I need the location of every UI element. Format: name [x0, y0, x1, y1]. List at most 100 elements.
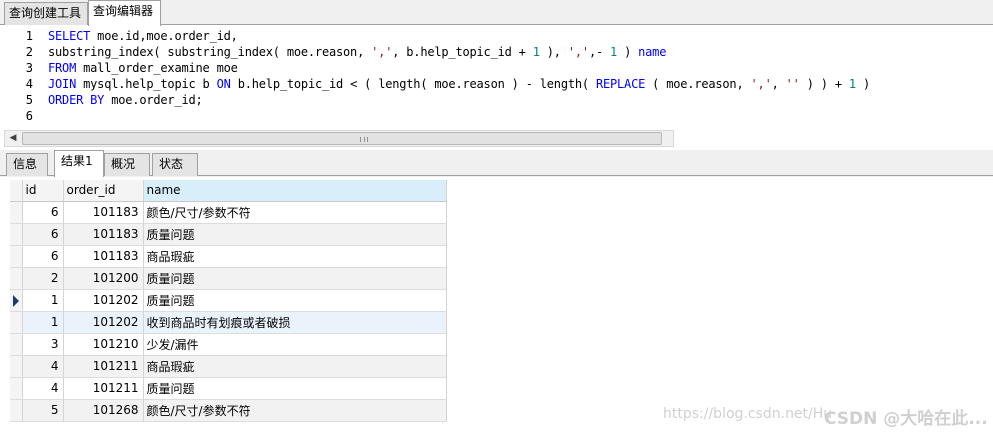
cell-id[interactable]: 6: [22, 223, 64, 246]
code-token: ',': [567, 45, 589, 59]
cell-name[interactable]: 质量问题: [143, 223, 447, 246]
row-indicator[interactable]: [10, 289, 23, 312]
table-row[interactable]: 6 101183 商品瑕疵: [10, 245, 447, 268]
cell-order-id[interactable]: 101183: [63, 201, 144, 224]
cell-id[interactable]: 5: [22, 399, 64, 422]
code-token: ),: [539, 45, 568, 59]
line-number: 4: [25, 77, 33, 91]
table-row[interactable]: 3 101210 少发/漏件: [10, 333, 447, 356]
table-row[interactable]: 5 101268 颜色/尺寸/参数不符: [10, 399, 447, 422]
code-token: moe.id,moe.order_id,: [90, 29, 238, 43]
code-token: '': [785, 77, 800, 91]
scrollbar-thumb[interactable]: [22, 132, 662, 145]
code-line[interactable]: ORDER BY moe.order_id;: [48, 92, 203, 108]
tab-info[interactable]: 信息: [6, 153, 48, 176]
table-row[interactable]: 6 101183 颜色/尺寸/参数不符: [10, 201, 447, 224]
cell-order-id[interactable]: 101211: [63, 355, 144, 378]
cell-name[interactable]: 质量问题: [143, 289, 447, 312]
cell-name[interactable]: 少发/漏件: [143, 333, 447, 356]
grid-header-row: id order_id name: [10, 180, 447, 202]
watermark-url: https://blog.csdn.net/Hu: [663, 406, 833, 422]
cell-order-id[interactable]: 101202: [63, 289, 144, 312]
scrollbar-grip-icon: [360, 137, 368, 142]
code-token: moe.order_id;: [104, 93, 203, 107]
cell-name[interactable]: 颜色/尺寸/参数不符: [143, 201, 447, 224]
line-number-gutter: 1 2 3 4 5 6: [0, 26, 40, 130]
cell-order-id[interactable]: 101210: [63, 333, 144, 356]
code-token: mysql.help_topic b: [76, 77, 217, 91]
code-token: FROM: [48, 61, 77, 75]
table-row[interactable]: 1 101202 收到商品时有划痕或者破损: [10, 311, 447, 334]
tab-result-1[interactable]: 结果1: [54, 150, 104, 177]
cell-order-id[interactable]: 101200: [63, 267, 144, 290]
code-token: substring_index( substring_index( moe.re…: [48, 45, 372, 59]
line-number: 5: [25, 93, 33, 107]
cell-name[interactable]: 收到商品时有划痕或者破损: [143, 311, 447, 334]
code-token: mall_order_examine moe: [76, 61, 238, 75]
row-indicator[interactable]: [10, 245, 23, 268]
code-token: 1: [532, 45, 540, 59]
code-line[interactable]: SELECT moe.id,moe.order_id,: [48, 28, 238, 44]
cell-name[interactable]: 商品瑕疵: [143, 355, 447, 378]
column-header-order-id[interactable]: order_id: [63, 180, 144, 202]
cell-name[interactable]: 颜色/尺寸/参数不符: [143, 399, 447, 422]
column-header-name[interactable]: name: [143, 180, 447, 202]
code-token: 1: [610, 45, 618, 59]
row-indicator[interactable]: [10, 333, 23, 356]
cell-id[interactable]: 1: [22, 311, 64, 334]
code-token: JOIN: [48, 77, 77, 91]
cell-order-id[interactable]: 101211: [63, 377, 144, 400]
row-indicator[interactable]: [10, 377, 23, 400]
cell-id[interactable]: 1: [22, 289, 64, 312]
cell-id[interactable]: 2: [22, 267, 64, 290]
watermark-brand: CSDN @大哈在此...: [824, 409, 988, 429]
row-indicator[interactable]: [10, 267, 23, 290]
cell-id[interactable]: 6: [22, 245, 64, 268]
row-indicator[interactable]: [10, 311, 23, 334]
code-token: , b.help_topic_id +: [392, 45, 533, 59]
result-panel: 信息 结果1 概况 状态 id order_id name 6 101183 颜色/…: [0, 150, 993, 435]
line-number: 2: [25, 45, 33, 59]
row-indicator[interactable]: [10, 399, 23, 422]
tab-query-editor[interactable]: 查询编辑器: [88, 0, 161, 26]
sql-editor[interactable]: 1 2 3 4 5 6 SELECT moe.id,moe.order_id, substr…: [0, 26, 993, 130]
table-row[interactable]: 1 101202 质量问题: [10, 289, 447, 312]
code-token: ) ) +: [799, 77, 849, 91]
cell-name[interactable]: 质量问题: [143, 377, 447, 400]
code-line[interactable]: substring_index( substring_index( moe.re…: [48, 44, 666, 60]
code-token: SELECT: [48, 29, 91, 43]
result-tab-bar: 信息 结果1 概况 状态: [0, 150, 993, 177]
line-number: 6: [25, 109, 33, 123]
code-token: ( moe.reason,: [645, 77, 751, 91]
code-token: ',': [371, 45, 393, 59]
tab-query-builder[interactable]: 查询创建工具: [4, 2, 88, 25]
table-row[interactable]: 4 101211 质量问题: [10, 377, 447, 400]
result-grid[interactable]: id order_id name 6 101183 颜色/尺寸/参数不符 6 10118…: [10, 180, 447, 422]
code-line[interactable]: FROM mall_order_examine moe: [48, 60, 238, 76]
row-indicator[interactable]: [10, 223, 23, 246]
cell-name[interactable]: 质量问题: [143, 267, 447, 290]
cell-name[interactable]: 商品瑕疵: [143, 245, 447, 268]
column-header-id[interactable]: id: [22, 180, 64, 202]
table-row[interactable]: 4 101211 商品瑕疵: [10, 355, 447, 378]
code-token: 1: [848, 77, 856, 91]
table-row[interactable]: 2 101200 质量问题: [10, 267, 447, 290]
tab-status[interactable]: 状态: [152, 153, 198, 176]
code-line[interactable]: JOIN mysql.help_topic b ON b.help_topic_…: [48, 76, 870, 92]
cell-id[interactable]: 4: [22, 377, 64, 400]
horizontal-scrollbar[interactable]: ◀: [4, 130, 674, 147]
row-indicator[interactable]: [10, 201, 23, 224]
table-row[interactable]: 6 101183 质量问题: [10, 223, 447, 246]
cell-order-id[interactable]: 101183: [63, 223, 144, 246]
cell-id[interactable]: 4: [22, 355, 64, 378]
row-indicator[interactable]: [10, 355, 23, 378]
cell-order-id[interactable]: 101268: [63, 399, 144, 422]
scroll-left-arrow-icon[interactable]: ◀: [5, 131, 21, 146]
cell-order-id[interactable]: 101202: [63, 311, 144, 334]
cell-order-id[interactable]: 101183: [63, 245, 144, 268]
code-token: ,-: [588, 45, 611, 59]
cell-id[interactable]: 6: [22, 201, 64, 224]
result-grid-area: id order_id name 6 101183 颜色/尺寸/参数不符 6 10118…: [0, 177, 993, 435]
tab-overview[interactable]: 概况: [104, 153, 150, 176]
cell-id[interactable]: 3: [22, 333, 64, 356]
